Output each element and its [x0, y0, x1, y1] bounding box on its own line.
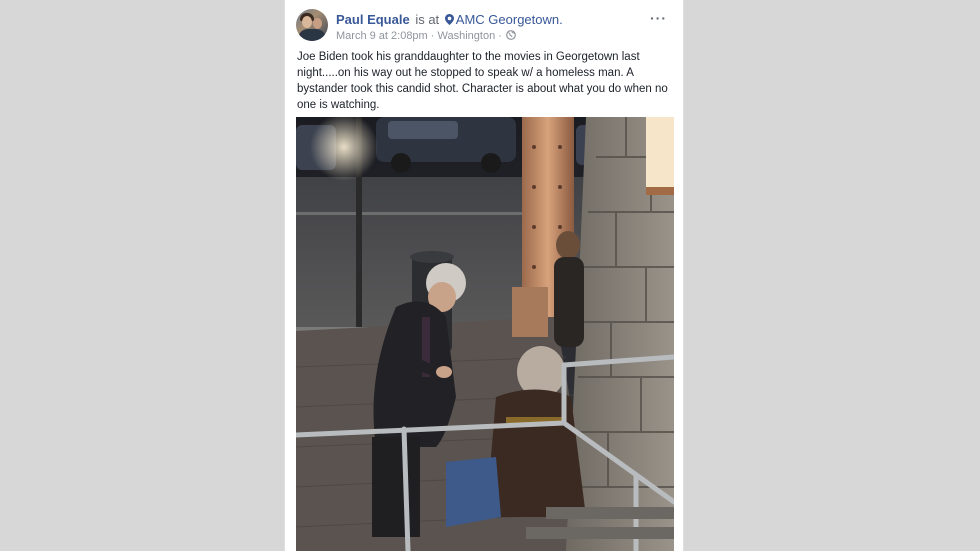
globe-icon[interactable]: [506, 30, 516, 40]
location-link[interactable]: AMC Georgetown.: [444, 12, 563, 27]
location-name: AMC Georgetown.: [455, 12, 563, 27]
post-body-text: Joe Biden took his granddaughter to the …: [297, 51, 668, 111]
post-place[interactable]: Washington: [438, 30, 496, 42]
meta-separator-2: ·: [498, 30, 502, 42]
post-timestamp[interactable]: March 9 at 2:08pm: [336, 30, 428, 42]
author-name-link[interactable]: Paul Equale: [336, 12, 410, 27]
post-meta: March 9 at 2:08pm · Washington ·: [336, 30, 516, 42]
map-pin-icon: [444, 14, 454, 25]
meta-separator: ·: [430, 30, 435, 42]
right-background: [684, 0, 980, 551]
night-street-scene-photo: [296, 117, 674, 551]
post-header: Paul Equale is at AMC Georgetown. March …: [295, 8, 675, 44]
more-options-icon[interactable]: ···: [650, 10, 667, 26]
author-line: Paul Equale is at AMC Georgetown.: [336, 12, 563, 27]
facebook-post: Paul Equale is at AMC Georgetown. March …: [284, 0, 684, 551]
left-background: [0, 0, 284, 551]
post-photo[interactable]: [296, 117, 674, 551]
author-avatar[interactable]: [296, 9, 328, 41]
is-at-label: is at: [415, 12, 440, 27]
